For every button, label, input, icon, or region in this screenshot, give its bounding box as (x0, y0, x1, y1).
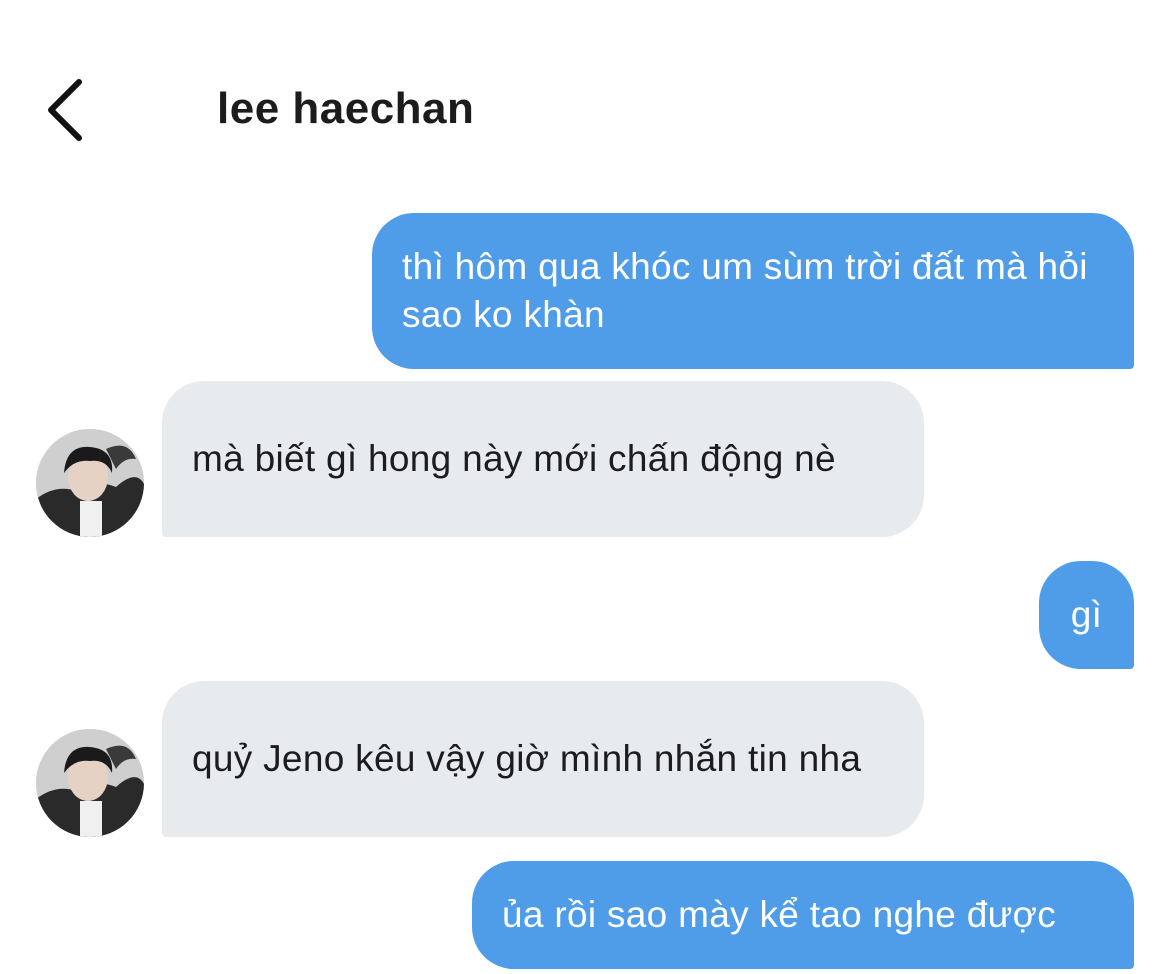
message-bubble-outgoing[interactable]: thì hôm qua khóc um sùm trời đất mà hỏi … (372, 213, 1134, 369)
message-text: gì (1070, 594, 1103, 635)
message-text: thì hôm qua khóc um sùm trời đất mà hỏi … (402, 246, 1088, 335)
contact-name: lee haechan (217, 84, 475, 133)
message-bubble-incoming[interactable]: quỷ Jeno kêu vậy giờ mình nhắn tin nha (162, 681, 924, 837)
contact-avatar[interactable] (36, 429, 144, 537)
contact-avatar[interactable] (36, 729, 144, 837)
message-bubble-outgoing[interactable]: gì (1039, 561, 1134, 669)
chevron-left-icon (48, 79, 82, 141)
message-text: mà biết gì hong này mới chấn động nè (192, 438, 836, 479)
back-button[interactable] (30, 70, 100, 150)
message-bubble-outgoing[interactable]: ủa rồi sao mày kể tao nghe được (472, 861, 1134, 969)
message-text: ủa rồi sao mày kể tao nghe được (502, 894, 1057, 935)
message-text: quỷ Jeno kêu vậy giờ mình nhắn tin nha (192, 738, 862, 779)
chat-header: lee haechan (0, 0, 1169, 180)
message-bubble-incoming[interactable]: mà biết gì hong này mới chấn động nè (162, 381, 924, 537)
